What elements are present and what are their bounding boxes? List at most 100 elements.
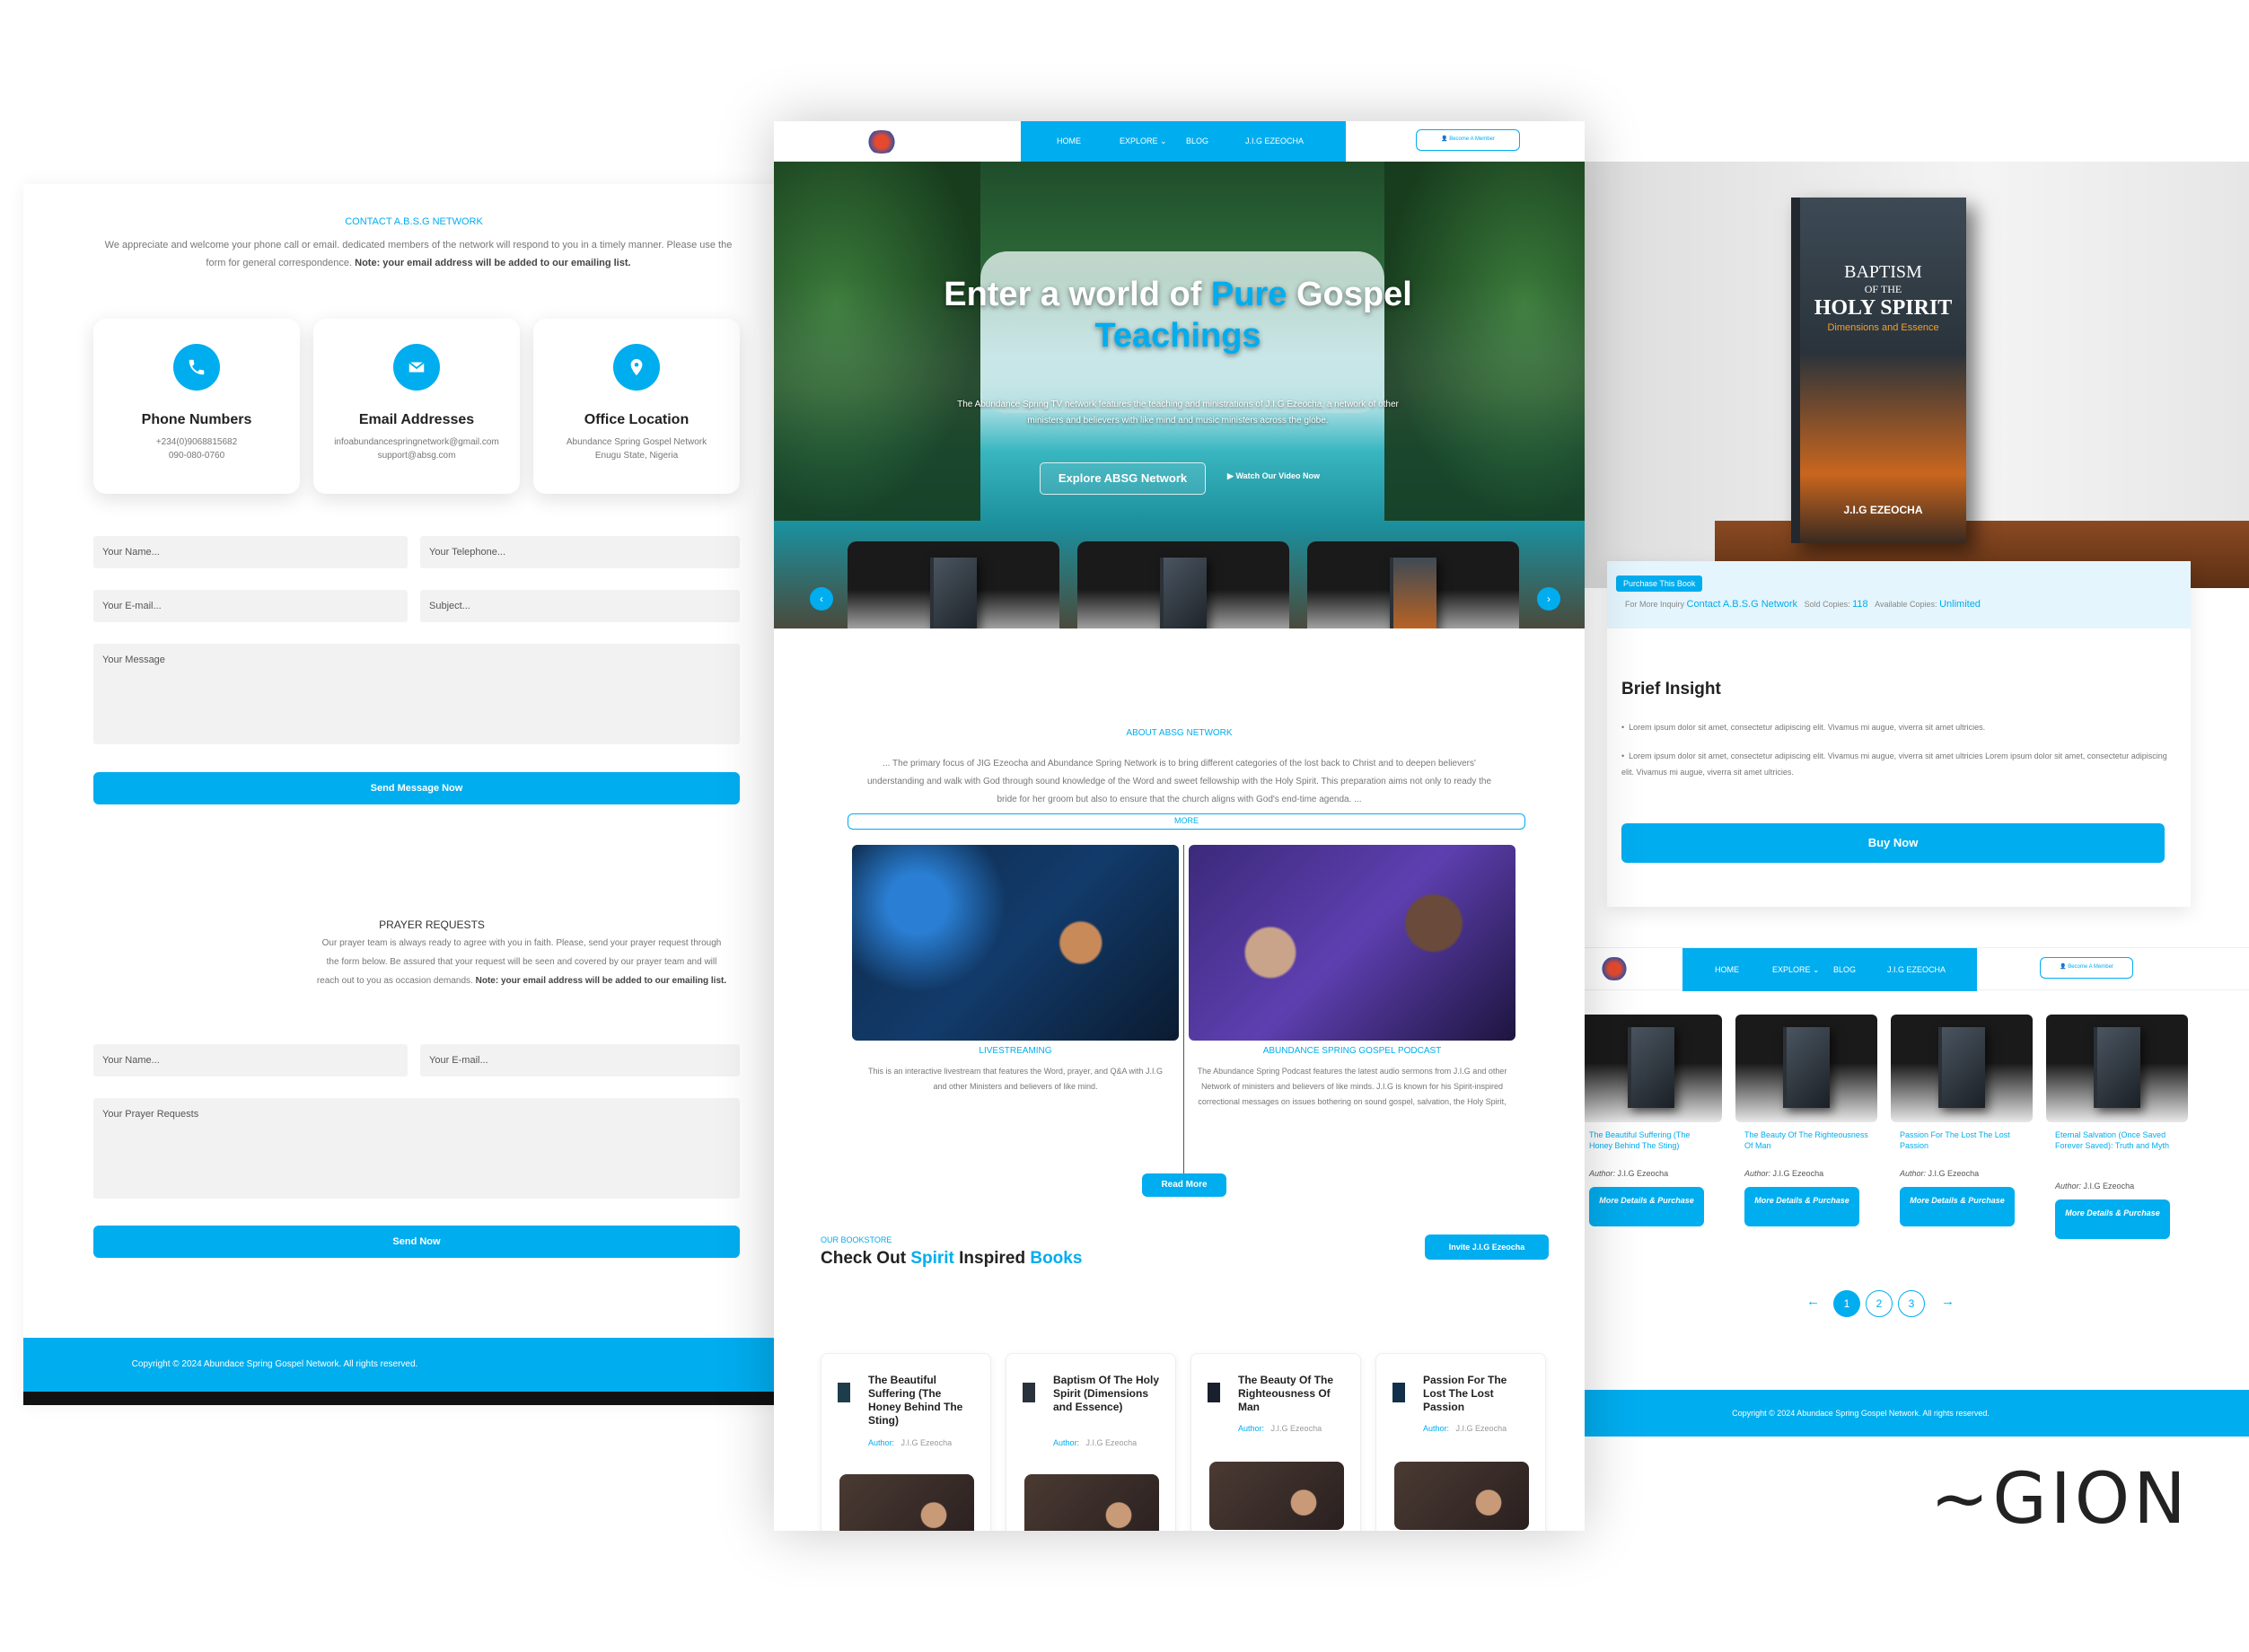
book-author: Author: J.I.G Ezeocha <box>1423 1424 1507 1433</box>
book-thumbnail <box>1783 1027 1830 1108</box>
listing-details-button[interactable]: More Details & Purchase <box>1589 1187 1704 1226</box>
logo[interactable] <box>1598 957 1630 980</box>
listing-card[interactable]: Passion For The Lost The Lost Passion Au… <box>1891 1015 2033 1226</box>
carousel-card-1[interactable] <box>848 541 1059 628</box>
carousel-prev-icon[interactable]: ‹ <box>810 587 833 611</box>
invite-button[interactable]: Invite J.I.G Ezeocha <box>1425 1235 1549 1260</box>
available-copies: Unlimited <box>1939 599 1981 610</box>
contact-link[interactable]: Contact A.B.S.G Network <box>1687 599 1798 610</box>
hero-title: Enter a world of Pure Gospel Teachings <box>944 276 1412 355</box>
listing-details-button[interactable]: More Details & Purchase <box>1744 1187 1859 1226</box>
page-1[interactable]: 1 <box>1833 1290 1860 1317</box>
listing-book-title[interactable]: Passion For The Lost The Lost Passion <box>1900 1129 2025 1151</box>
podcast-title: ABUNDANCE SPRING GOSPEL PODCAST <box>1262 1046 1442 1056</box>
nav-home[interactable]: HOME <box>1057 121 1081 162</box>
email-line-2[interactable]: support@absg.com <box>313 451 520 461</box>
nav-explore[interactable]: EXPLORE ⌄ <box>1120 121 1167 162</box>
bookstore-card[interactable]: Passion For The Lost The Lost Passion Au… <box>1375 1353 1546 1531</box>
nav-home[interactable]: HOME <box>1715 948 1739 991</box>
book-thumbnail <box>1628 1027 1674 1108</box>
book-icon <box>1023 1383 1035 1402</box>
listing-book-title[interactable]: The Beautiful Suffering (The Honey Behin… <box>1589 1129 1715 1151</box>
bookstore-card[interactable]: Baptism Of The Holy Spirit (Dimensions a… <box>1006 1353 1176 1531</box>
podcast-image <box>1189 845 1515 1041</box>
watch-video-link[interactable]: ▶ Watch Our Video Now <box>1227 471 1320 481</box>
carousel-card-2[interactable] <box>1077 541 1289 628</box>
book-photo: BAPTISM OF THE HOLY SPIRIT Dimensions an… <box>1580 162 2249 588</box>
prayer-name-input[interactable]: Your Name... <box>93 1044 408 1076</box>
book-photo <box>839 1474 974 1531</box>
book-title[interactable]: Baptism Of The Holy Spirit (Dimensions a… <box>1053 1374 1161 1414</box>
book-title[interactable]: The Beauty Of The Righteousness Of Man <box>1238 1374 1346 1414</box>
carousel-card-3[interactable] <box>1307 541 1519 628</box>
email-line-1[interactable]: infoabundancespringnetwork@gmail.com <box>313 437 520 447</box>
page-3[interactable]: 3 <box>1898 1290 1925 1317</box>
contact-subject-input[interactable]: Subject... <box>420 590 740 622</box>
prayer-requests-textarea[interactable]: Your Prayer Requests <box>93 1098 740 1199</box>
contact-message-textarea[interactable]: Your Message <box>93 644 740 744</box>
bookstore-card[interactable]: The Beauty Of The Righteousness Of Man A… <box>1190 1353 1361 1531</box>
phone-icon <box>173 344 220 391</box>
more-button[interactable]: MORE <box>848 813 1525 830</box>
nav-explore[interactable]: EXPLORE ⌄ <box>1772 948 1820 991</box>
next-arrow-icon[interactable]: → <box>1941 1294 1955 1309</box>
book-photo <box>1209 1462 1344 1530</box>
contact-section-title: CONTACT A.B.S.G NETWORK <box>345 216 483 227</box>
become-member-button[interactable]: 👤 Become A Member <box>1416 129 1520 151</box>
office-card: Office Location Abundance Spring Gospel … <box>533 319 740 494</box>
phone-card-title: Phone Numbers <box>141 412 252 427</box>
explore-network-button[interactable]: Explore ABSG Network <box>1040 462 1206 495</box>
signature: ~GION <box>1930 1459 2190 1540</box>
book-author: Author: J.I.G Ezeocha <box>1053 1438 1138 1447</box>
listing-book-author: Author: J.I.G Ezeocha <box>1900 1169 1980 1178</box>
office-card-title: Office Location <box>584 412 690 427</box>
listing-card[interactable]: The Beauty Of The Righteousness Of Man A… <box>1735 1015 1877 1226</box>
listing-book-title[interactable]: Eternal Salvation (Once Saved Forever Sa… <box>2055 1129 2181 1151</box>
send-message-button[interactable]: Send Message Now <box>93 772 740 804</box>
listing-details-button[interactable]: More Details & Purchase <box>1900 1187 2015 1226</box>
listing-card[interactable]: The Beautiful Suffering (The Honey Behin… <box>1580 1015 1722 1226</box>
book-title[interactable]: Passion For The Lost The Lost Passion <box>1423 1374 1531 1414</box>
read-more-button[interactable]: Read More <box>1142 1173 1226 1197</box>
book-thumbnail <box>2094 1027 2140 1108</box>
play-icon: ▶ <box>1227 471 1234 480</box>
nav-menu: HOME EXPLORE ⌄ BLOG J.I.G EZEOCHA <box>1021 121 1346 162</box>
prayer-email-input[interactable]: Your E-mail... <box>420 1044 740 1076</box>
contact-name-input[interactable]: Your Name... <box>93 536 408 568</box>
livestream-text: This is an interactive livestream that f… <box>868 1067 1163 1091</box>
listing-card[interactable]: Eternal Salvation (Once Saved Forever Sa… <box>2046 1015 2188 1239</box>
podcast-text: The Abundance Spring Podcast features th… <box>1197 1067 1507 1106</box>
nav-author[interactable]: J.I.G EZEOCHA <box>1887 948 1946 991</box>
buy-now-button[interactable]: Buy Now <box>1621 823 2165 863</box>
book-thumbnail <box>1390 558 1436 628</box>
become-member-button[interactable]: 👤 Become A Member <box>2040 957 2133 979</box>
prev-arrow-icon[interactable]: ← <box>1806 1294 1820 1309</box>
phone-line-1: +234(0)9068815682 <box>155 437 238 447</box>
email-card: Email Addresses infoabundancespringnetwo… <box>313 319 520 494</box>
book-title[interactable]: The Beautiful Suffering (The Honey Behin… <box>868 1374 976 1428</box>
listing-book-title[interactable]: The Beauty Of The Righteousness Of Man <box>1744 1129 1870 1151</box>
cover-title-1: BAPTISM <box>1844 262 1922 282</box>
nav-blog[interactable]: BLOG <box>1186 121 1208 162</box>
nav-blog[interactable]: BLOG <box>1833 948 1856 991</box>
phone-line-2: 090-080-0760 <box>168 451 225 461</box>
listing-details-button[interactable]: More Details & Purchase <box>2055 1199 2170 1239</box>
hero-banner: Enter a world of Pure Gospel Teachings T… <box>774 162 1585 628</box>
phone-card: Phone Numbers +234(0)9068815682 090-080-… <box>93 319 300 494</box>
send-prayer-button[interactable]: Send Now <box>93 1226 740 1258</box>
contact-phone-input[interactable]: Your Telephone... <box>420 536 740 568</box>
book-photo <box>1394 1462 1529 1530</box>
carousel-next-icon[interactable]: › <box>1537 587 1560 611</box>
nav-menu: HOME EXPLORE ⌄ BLOG J.I.G EZEOCHA <box>1682 948 1977 991</box>
contact-email-input[interactable]: Your E-mail... <box>93 590 408 622</box>
bookstore-card[interactable]: The Beautiful Suffering (The Honey Behin… <box>821 1353 991 1531</box>
contact-intro: We appreciate and welcome your phone cal… <box>104 240 733 268</box>
listing-book-author: Author: J.I.G Ezeocha <box>1744 1169 1824 1178</box>
nav-author[interactable]: J.I.G EZEOCHA <box>1245 121 1304 162</box>
book-thumbnail <box>1938 1027 1985 1108</box>
listing-thumbnail <box>2046 1015 2188 1122</box>
office-line-2: Enugu State, Nigeria <box>594 451 679 461</box>
page-2[interactable]: 2 <box>1866 1290 1893 1317</box>
logo[interactable] <box>864 130 900 154</box>
book-author: Author: J.I.G Ezeocha <box>1238 1424 1322 1433</box>
